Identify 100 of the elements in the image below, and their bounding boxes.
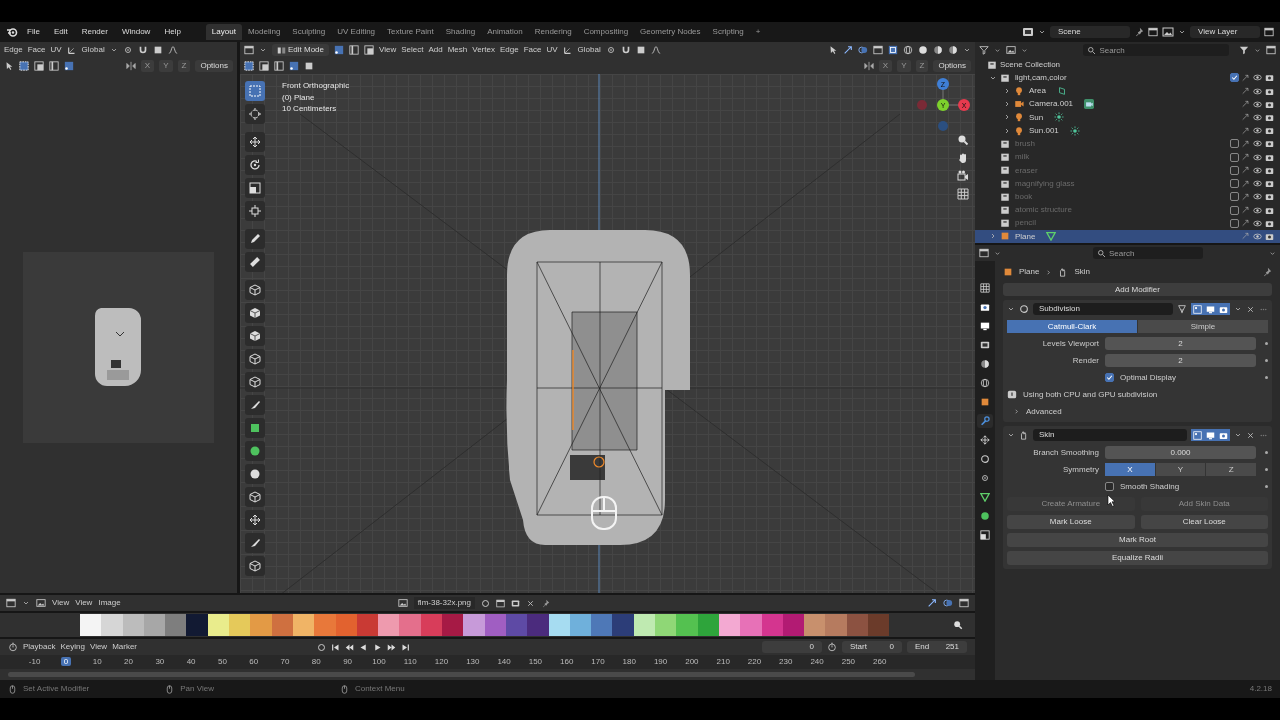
axis-toggle[interactable]: Z [1206,463,1256,476]
workspace-tab[interactable]: Layout [205,24,242,40]
workspace-tab[interactable]: Scripting [706,24,750,40]
frame-number: 230 [779,657,793,667]
outliner-row[interactable]: Area [975,84,1280,98]
breadcrumb-item: Skin [1074,267,1091,277]
subpanel-header[interactable]: Advanced [1026,406,1062,417]
menu-item[interactable]: UV [50,45,62,55]
axis-toggle[interactable]: Y [159,60,173,72]
workspace-tab[interactable]: UV Editing [331,24,382,40]
axis-toggle[interactable]: X [878,60,893,72]
tree-item-label[interactable]: Camera.001 [1029,99,1074,110]
image-name-field[interactable]: flm-38-32x.png [413,597,475,609]
search-field[interactable]: Search [1083,44,1229,56]
workspace-tab[interactable]: Shading [439,24,482,40]
menu-item[interactable]: Edit [48,25,73,39]
axis-toggle[interactable]: Z [915,60,929,72]
workspace-tab[interactable]: Animation [481,24,529,40]
menu-dropdown[interactable]: Playback [23,642,56,652]
view-layer-field[interactable]: View Layer [1190,26,1260,38]
frame-number: 170 [591,657,605,667]
orientation-dropdown[interactable]: Global [81,45,105,55]
options-dropdown[interactable]: Options [933,60,971,72]
outliner-row[interactable]: Camera.001 [975,97,1280,111]
action-button[interactable]: Equalize Radii [1007,551,1268,565]
menu-item[interactable]: Window [116,25,156,39]
method-option[interactable]: Simple [1138,320,1268,333]
frame-number: 120 [434,657,449,667]
action-button[interactable]: Clear Loose [1140,515,1268,529]
number-field[interactable]: 2 [1105,337,1256,350]
action-button[interactable]: Mark Loose [1007,515,1135,529]
tree-item-label[interactable]: Sun [1029,112,1044,123]
workspace-tab[interactable]: Sculpting [286,24,332,40]
modifier-name-field[interactable]: Subdivision [1033,303,1173,315]
axis-toggle[interactable]: Y [1155,463,1206,476]
workspace-tab[interactable]: Compositing [577,24,635,40]
menu-item[interactable]: Vertex [472,45,495,55]
menu-item[interactable]: Render [76,25,113,39]
end-frame-field[interactable]: End 251 [907,641,967,653]
number-field[interactable]: 2 [1105,354,1256,367]
menu-item[interactable]: Select [401,45,424,55]
tree-item-label[interactable]: Plane [1015,231,1036,242]
menu-item[interactable]: View [89,642,108,652]
frame-number: 20 [124,657,133,667]
start-frame-field[interactable]: Start 0 [842,641,902,653]
menu-item[interactable]: Add [428,45,443,55]
playhead[interactable]: 0 [60,657,72,667]
outliner-row[interactable]: Sun [975,110,1280,125]
modifier-name-field[interactable]: Skin [1033,429,1187,441]
frame-number: 150 [528,657,543,667]
workspace-tab[interactable]: Modeling [241,24,287,40]
checkbox-label[interactable]: Smooth Shading [1120,481,1180,492]
mode-dropdown[interactable]: Edit Mode [272,44,330,56]
current-frame-field[interactable]: 0 [762,641,822,653]
action-button[interactable]: Mark Root [1007,533,1268,547]
menu-item[interactable]: Marker [112,642,138,652]
status-hint: Pan View [180,684,214,694]
axis-toggle[interactable]: X [1105,463,1155,476]
outliner-row[interactable]: Sun.001 [975,124,1280,138]
menu-item[interactable]: Help [159,25,186,39]
checkbox-label[interactable]: Optimal Display [1120,372,1176,383]
outliner-row[interactable]: light,cam,color [975,71,1280,85]
menu-item[interactable]: File [22,25,45,39]
outliner-row[interactable]: Plane [975,229,1280,244]
workspace-tab[interactable]: Texture Paint [381,24,440,40]
field-label: Branch Smoothing [1032,447,1099,458]
tree-item-label[interactable]: Scene Collection [1000,59,1061,70]
tree-item-label[interactable]: Area [1029,86,1046,96]
search-field[interactable]: Search [1093,247,1203,259]
menu-item[interactable]: Mesh [447,45,468,55]
tree-item-label[interactable]: light,cam,color [1015,73,1067,83]
workspace-tab[interactable]: Rendering [528,24,578,40]
frame-number: 90 [343,657,353,667]
axis-toggle[interactable]: Y [897,60,911,72]
add-modifier-button[interactable]: Add Modifier [1003,283,1272,296]
menu-item[interactable]: Edge [499,45,519,55]
menu-item[interactable]: View [379,45,397,55]
field-label: Symmetry [1062,464,1099,475]
scene-field[interactable]: Scene [1050,26,1130,38]
view-dropdown[interactable]: View [52,598,70,608]
axis-toggle[interactable]: X [140,60,155,72]
add-workspace-button[interactable]: + [749,24,767,40]
menu-item[interactable]: Face [27,45,46,55]
menu-item[interactable]: Face [523,45,542,55]
field-label: Levels Viewport [1041,338,1099,349]
breadcrumb-item: Plane [1019,267,1040,277]
menu-item[interactable]: Image [98,598,121,608]
menu-item[interactable]: UV [546,45,558,55]
number-field[interactable]: 0.000 [1105,446,1256,459]
method-option[interactable]: Catmull-Clark [1007,320,1137,333]
tree-item-label[interactable]: Sun.001 [1029,125,1059,136]
frame-number: 220 [747,657,762,667]
frame-number: 260 [873,657,887,667]
options-dropdown[interactable]: Options [195,60,233,72]
axis-toggle[interactable]: Z [177,60,191,72]
workspace-tab[interactable]: Geometry Nodes [634,24,707,40]
menu-dropdown[interactable]: Keying [60,642,85,652]
menu-item[interactable]: View [75,598,93,608]
menu-item[interactable]: Edge [4,45,23,55]
orientation-dropdown[interactable]: Global [577,45,601,55]
